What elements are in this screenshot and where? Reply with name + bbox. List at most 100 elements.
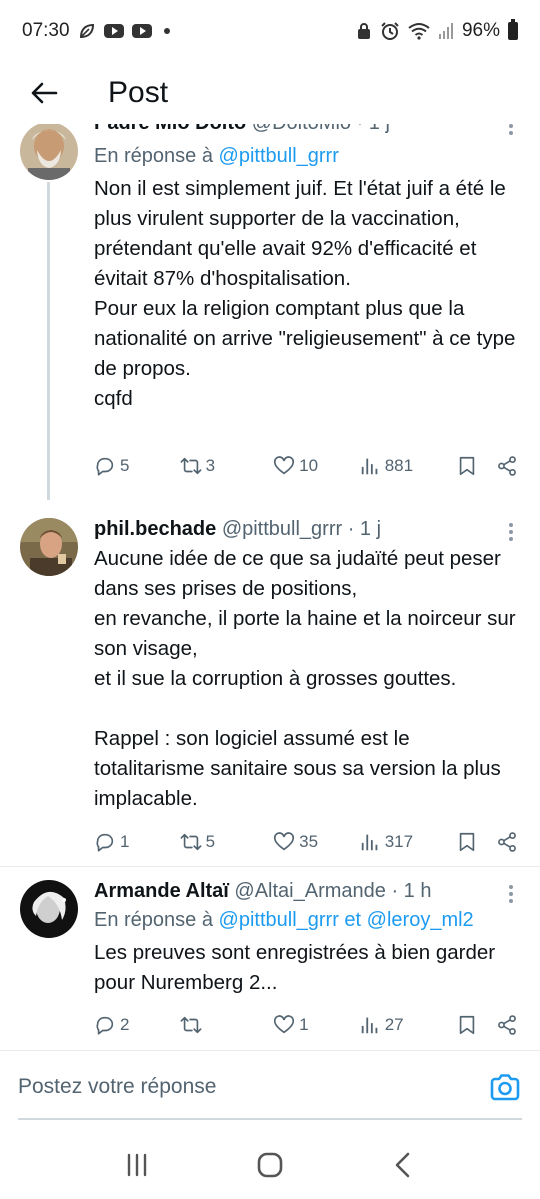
tweet-meta: phil.bechade @pittbull_grrr · 1 j [94,516,522,542]
recent-apps-icon [127,1153,146,1176]
bookmark-icon [459,1015,475,1035]
like-button[interactable]: 1 [273,1014,359,1036]
reply-button[interactable]: 1 [94,831,180,853]
reply-icon [96,1016,114,1035]
repost-icon [180,457,202,475]
more-options-button[interactable] [504,124,518,138]
repost-button[interactable]: 3 [180,455,274,477]
bookmark-button[interactable] [456,831,496,853]
bookmark-button[interactable] [456,1014,496,1036]
battery-level: 96% [461,20,500,41]
views-button[interactable]: 317 [359,831,457,853]
arrow-left-icon [31,82,58,104]
mention-link[interactable]: @leroy_ml2 [367,909,474,931]
system-navigation-bar [0,1130,540,1199]
tweet-time: · 1 h [391,880,432,902]
heart-icon [274,832,295,851]
tweet-text: Non il est simplement juif. Et l'état ju… [94,177,516,410]
reply-input[interactable]: Postez votre réponse [18,1075,216,1099]
author-name[interactable]: Padre Mio Dolto [94,124,246,134]
avatar[interactable] [20,124,78,180]
reply-icon [96,457,114,476]
views-button[interactable]: 881 [359,455,457,477]
mention-link[interactable]: @pittbull_grrr [219,909,339,931]
reply-prefix: En réponse à [94,909,219,931]
author-handle[interactable]: @Altai_Armande [234,880,385,902]
alarm-icon [380,21,400,41]
status-time: 07:30 [22,20,70,41]
more-options-button[interactable] [504,882,518,906]
share-icon [498,1015,516,1035]
reply-count: 5 [120,456,130,475]
dot-icon [163,28,170,34]
reply-icon [96,833,114,852]
like-count: 1 [299,1015,309,1034]
reply-feed[interactable]: Padre Mio Dolto @DoltoMio · 1 j En répon… [0,124,540,1050]
author-handle[interactable]: @pittbull_grrr [222,518,342,540]
view-count: 27 [384,1015,404,1034]
share-button[interactable] [496,455,518,477]
system-back-button[interactable] [373,1140,433,1190]
status-bar: 07:30 96% [0,0,540,62]
mention-join: et [338,909,367,931]
tweet-1[interactable]: Padre Mio Dolto @DoltoMio · 1 j En répon… [0,124,540,500]
view-count: 881 [384,456,414,475]
tweet-actions: 2 1 27 [94,1010,518,1040]
share-icon [498,832,516,852]
signal-icon [438,22,454,40]
youtube-icon [103,24,124,38]
camera-button[interactable] [488,1071,522,1105]
tweet-content: Padre Mio Dolto @DoltoMio · 1 j En répon… [94,124,522,414]
share-button[interactable] [496,831,518,853]
tweet-meta: Armande Altaï @Altai_Armande · 1 h [94,878,522,904]
tweet-2[interactable]: phil.bechade @pittbull_grrr · 1 j Aucune… [0,502,540,864]
author-name[interactable]: phil.bechade [94,518,216,540]
wifi-icon [408,22,430,40]
avatar[interactable] [20,518,78,576]
mention-link[interactable]: @pittbull_grrr [219,145,339,167]
thread-line [47,182,50,500]
repost-count: 3 [205,456,216,475]
tweet-actions: 5 3 10 881 [94,451,518,481]
battery-icon [508,19,518,40]
page-title: Post [108,76,169,109]
share-button[interactable] [496,1014,518,1036]
repost-icon [180,833,202,851]
youtube-icon [131,24,152,38]
divider [0,866,540,867]
avatar[interactable] [20,880,78,938]
views-button[interactable]: 27 [359,1014,457,1036]
view-count: 317 [384,832,414,851]
tweet-content: Armande Altaï @Altai_Armande · 1 h En ré… [94,878,522,998]
reply-button[interactable]: 2 [94,1014,180,1036]
repost-button[interactable] [180,1014,274,1036]
author-handle[interactable]: @DoltoMio [252,124,351,134]
reply-context: En réponse à @pittbull_grrr et @leroy_ml… [94,906,522,934]
author-name[interactable]: Armande Altaï [94,880,229,902]
tweet-meta: Padre Mio Dolto @DoltoMio · 1 j [94,124,522,136]
recent-apps-button[interactable] [107,1140,167,1190]
tweet-3[interactable]: Armande Altaï @Altai_Armande · 1 h En ré… [0,868,540,1050]
views-icon [361,1017,378,1034]
views-icon [361,834,378,851]
leaf-icon [78,22,96,40]
reply-composer: Postez votre réponse [0,1050,540,1130]
back-button[interactable] [14,68,74,118]
input-underline [18,1118,522,1120]
bookmark-icon [459,832,475,852]
more-options-button[interactable] [504,520,518,544]
repost-button[interactable]: 5 [180,831,274,853]
reply-prefix: En réponse à [94,145,219,167]
top-app-bar: Post [0,62,540,124]
reply-count: 2 [120,1015,130,1034]
home-button[interactable] [240,1140,300,1190]
share-icon [498,456,516,476]
bookmark-button[interactable] [456,455,496,477]
like-button[interactable]: 35 [273,831,359,853]
bookmark-icon [459,456,475,476]
like-count: 35 [299,832,319,851]
reply-count: 1 [120,832,130,851]
like-button[interactable]: 10 [273,455,359,477]
home-icon [257,1152,283,1177]
reply-button[interactable]: 5 [94,455,180,477]
